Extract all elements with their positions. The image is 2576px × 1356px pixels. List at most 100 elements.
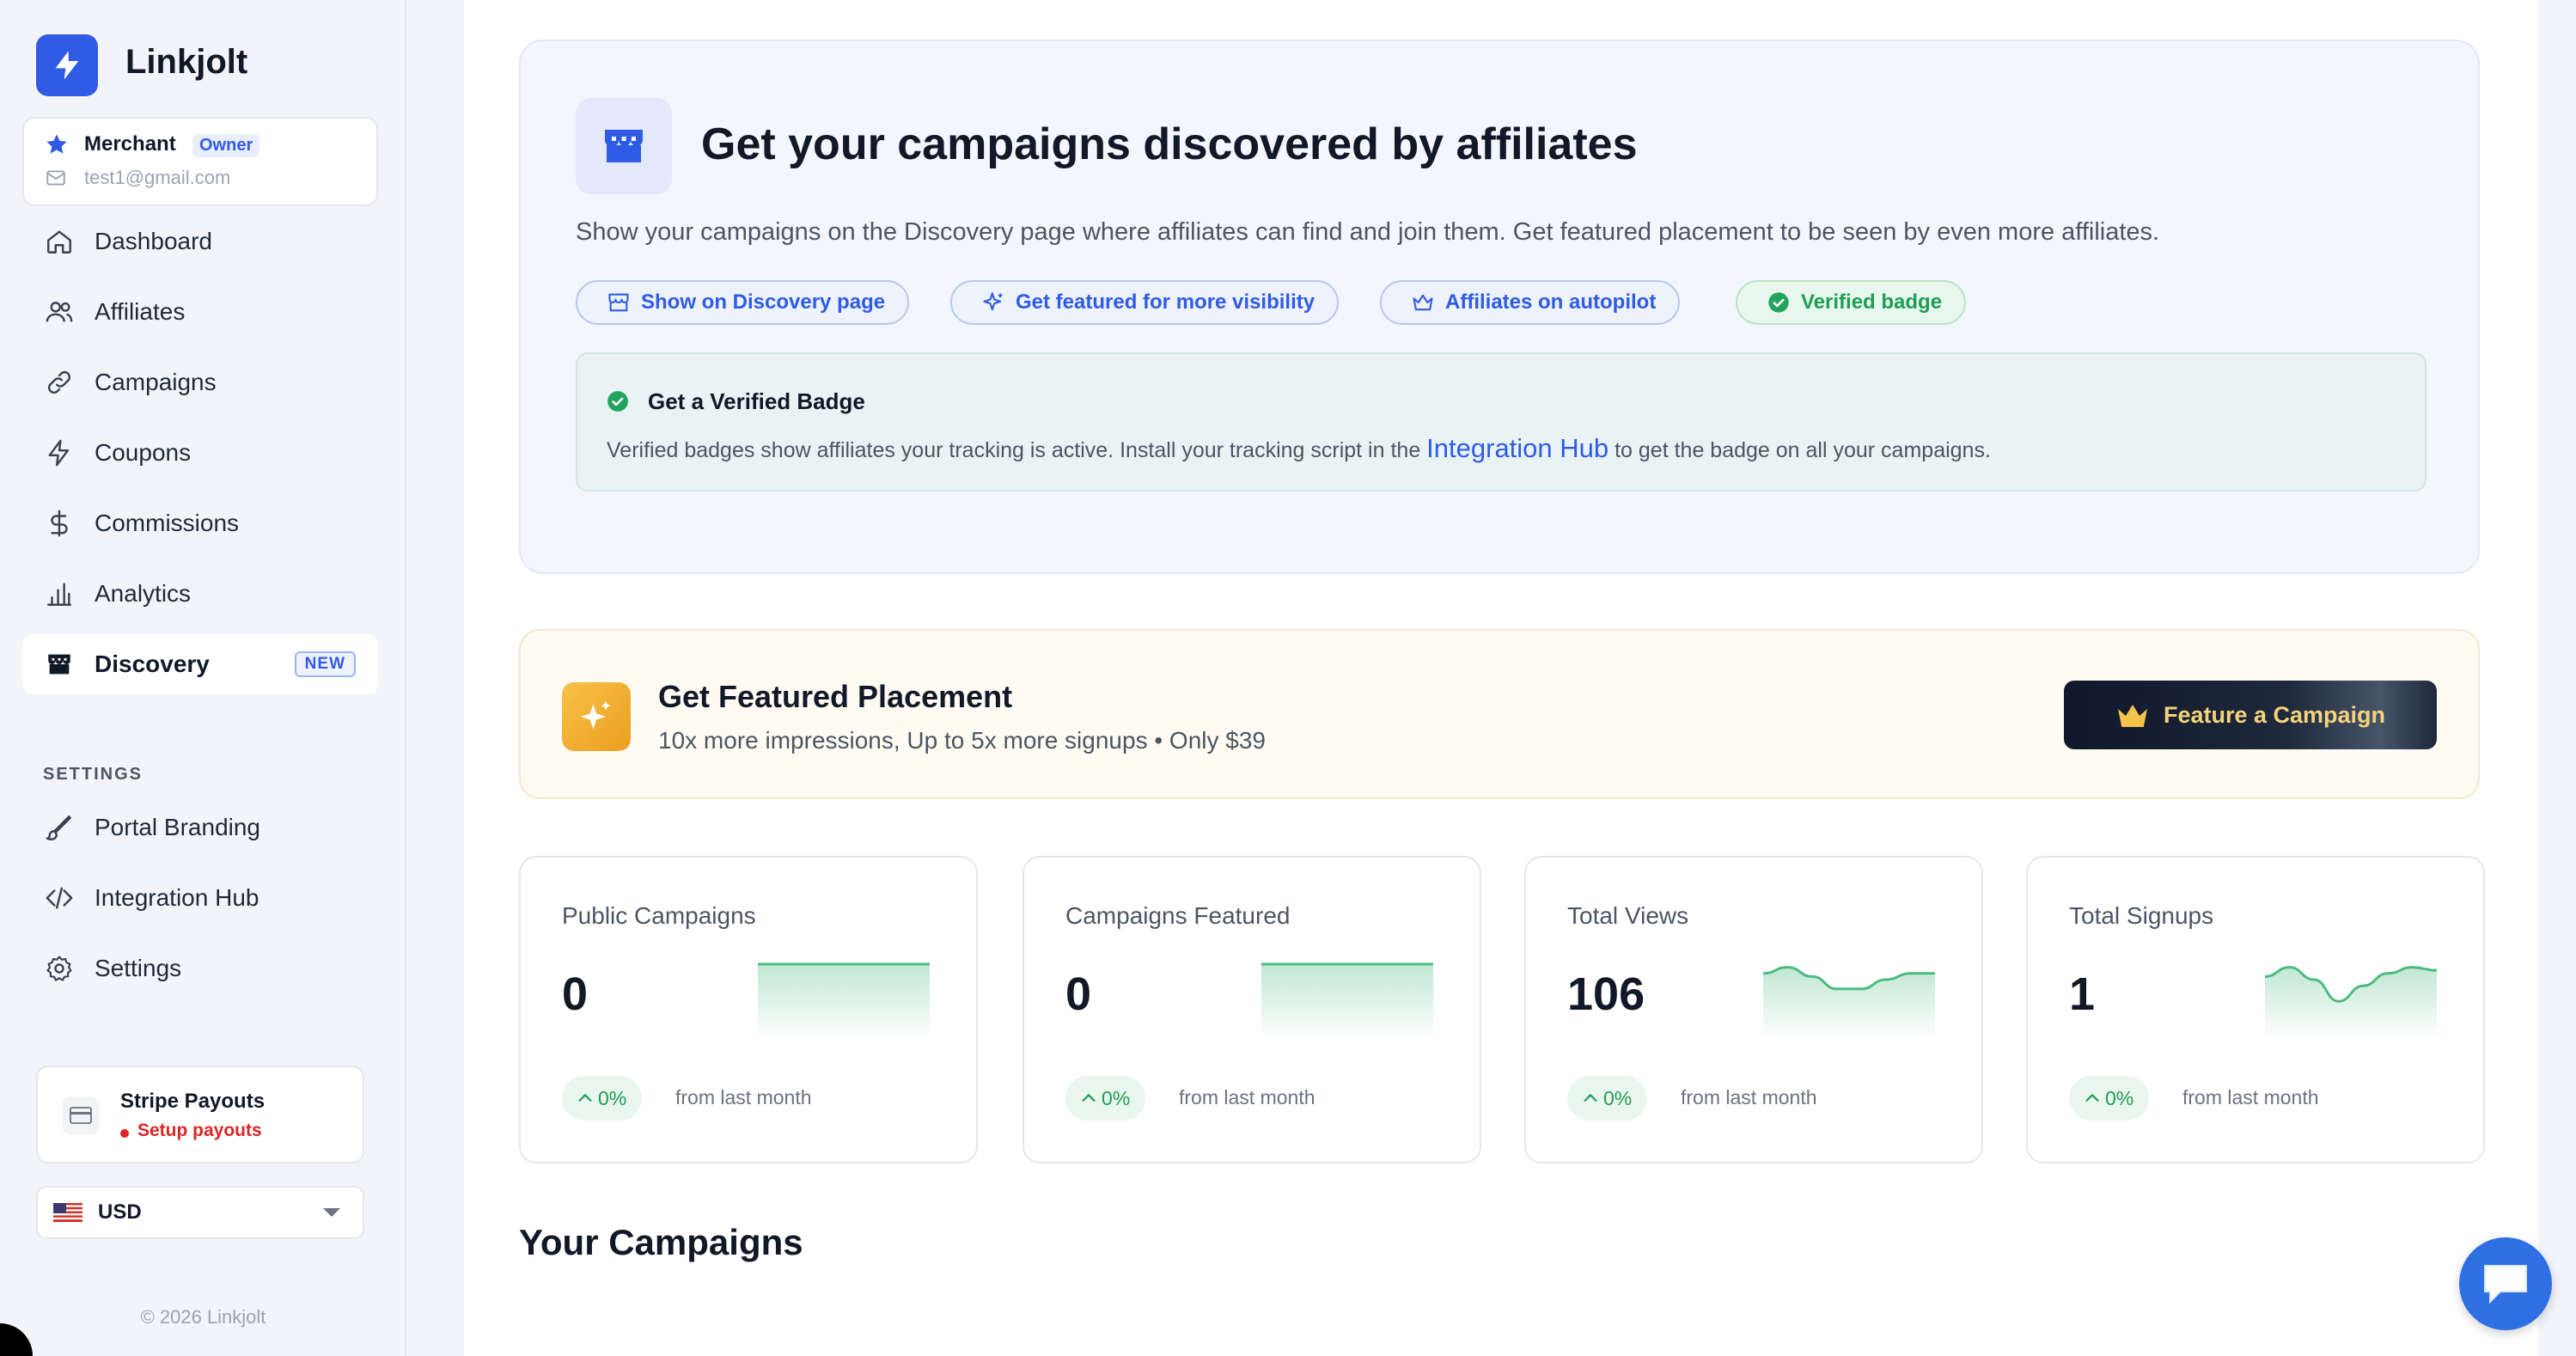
featured-title: Get Featured Placement [658,679,1013,714]
sidebar-item-discovery[interactable]: Discovery NEW [22,634,378,694]
stat-label: Campaigns Featured [1065,902,1291,929]
check-circle-icon [607,391,628,412]
pill-label: Affiliates on autopilot [1445,290,1657,314]
star-icon [46,134,67,154]
featured-placement-banner: Get Featured Placement 10x more impressi… [519,629,2480,799]
new-badge: NEW [294,651,356,677]
sparkline-area [1763,967,1935,1035]
brush-icon [46,815,71,840]
owner-badge: Owner [192,134,260,157]
verified-text-after: to get the badge on all your campaigns. [1615,438,1991,462]
check-circle-icon [1768,292,1789,313]
brand-name[interactable]: Linkjolt [125,43,247,82]
store-icon [576,98,672,194]
chevron-down-icon [323,1208,340,1217]
account-email: test1@gmail.com [84,167,231,188]
change-caption: from last month [1681,1086,1817,1109]
sidebar: Linkjolt Merchant Owner test1@gmail.com … [0,0,406,1356]
users-icon [46,302,73,322]
arrow-up-icon [1584,1094,1597,1102]
currency-select[interactable]: USD [36,1186,364,1239]
sidebar-item-dashboard[interactable]: Dashboard [22,211,378,272]
sparkline-chart [758,962,930,1035]
sparkle-icon [562,682,631,751]
stripe-title: Stripe Payouts [120,1090,266,1113]
stripe-payouts-card[interactable]: Stripe Payouts Setup payouts [36,1066,364,1164]
sparkline-area [1261,964,1433,1035]
pill-verified-badge[interactable]: Verified badge [1736,280,1967,325]
stat-value: 1 [2069,968,2096,1020]
status-dot [120,1129,129,1138]
logo-icon[interactable] [36,34,98,96]
sparkline-chart [1763,966,1935,1035]
feature-campaign-button[interactable]: Feature a Campaign [2064,681,2437,749]
sparkle-icon [983,292,1003,311]
pill-autopilot[interactable]: Affiliates on autopilot [1380,280,1681,325]
change-caption: from last month [1179,1086,1315,1109]
change-badge: 0% [1567,1076,1648,1121]
crown-icon [2117,705,2147,727]
sidebar-item-label: Coupons [95,439,192,466]
sidebar-item-label: Settings [95,955,182,981]
sidebar-item-integration-hub[interactable]: Integration Hub [22,868,378,928]
hero-title: Get your campaigns discovered by affilia… [701,119,1638,169]
sparkline-area [2265,967,2437,1035]
sidebar-item-campaigns[interactable]: Campaigns [22,352,378,412]
pill-show-on-discovery[interactable]: Show on Discovery page [576,280,910,325]
change-value: 0% [598,1086,627,1109]
account-card[interactable]: Merchant Owner test1@gmail.com [22,117,378,206]
copyright: © 2026 Linkjolt [140,1306,266,1328]
sidebar-item-portal-branding[interactable]: Portal Branding [22,797,378,858]
stat-label: Total Signups [2069,902,2214,929]
sidebar-item-label: Affiliates [95,298,186,325]
currency-value: USD [98,1200,142,1224]
home-icon [47,230,71,253]
mail-icon [46,170,65,186]
change-caption: from last month [675,1086,812,1109]
change-badge: 0% [2069,1076,2150,1121]
stripe-status[interactable]: Setup payouts [137,1121,262,1141]
sidebar-item-label: Dashboard [95,228,212,254]
sparkline-chart [1261,962,1433,1035]
verified-badge-info: Get a Verified Badge Verified badges sho… [576,352,2426,492]
bar-chart-icon [47,583,71,606]
store-icon [48,654,70,675]
sidebar-item-analytics[interactable]: Analytics [22,564,378,624]
arrow-up-icon [578,1094,592,1102]
stat-label: Total Views [1567,902,1689,929]
stat-card-public-campaigns: Public Campaigns 0 0% from last month [519,856,978,1164]
account-role: Merchant [84,132,176,156]
stat-value: 0 [562,968,589,1020]
sidebar-item-affiliates[interactable]: Affiliates [22,282,378,342]
change-value: 0% [2105,1086,2134,1109]
sidebar-item-settings[interactable]: Settings [22,938,378,999]
feature-button-label: Feature a Campaign [2163,701,2386,728]
sidebar-item-commissions[interactable]: Commissions [22,493,378,553]
hero-subtitle: Show your campaigns on the Discovery pag… [576,218,2160,246]
pill-label: Show on Discovery page [641,290,886,314]
stat-value: 0 [1065,968,1092,1020]
verified-title: Get a Verified Badge [648,388,865,414]
change-badge: 0% [562,1076,643,1121]
dollar-icon [51,510,68,537]
link-icon [47,370,71,394]
chat-button[interactable] [2459,1237,2552,1330]
change-value: 0% [1102,1086,1131,1109]
arrow-up-icon [2085,1094,2099,1102]
integration-hub-link[interactable]: Integration Hub [1426,433,1608,463]
sidebar-item-coupons[interactable]: Coupons [22,423,378,483]
verified-text-before: Verified badges show affiliates your tra… [607,438,1421,462]
stat-card-total-signups: Total Signups 1 0% from last month [2026,856,2485,1164]
pill-label: Get featured for more visibility [1016,290,1315,314]
pill-get-featured[interactable]: Get featured for more visibility [950,280,1340,325]
stat-card-campaigns-featured: Campaigns Featured 0 0% from last month [1022,856,1481,1164]
sidebar-item-label: Commissions [95,510,240,536]
code-icon [46,887,73,909]
change-caption: from last month [2182,1086,2319,1109]
sidebar-item-label: Analytics [95,580,192,607]
chat-icon [2484,1265,2527,1304]
sidebar-item-label: Integration Hub [95,884,259,911]
main-content: Get your campaigns discovered by affilia… [464,0,2538,1356]
featured-subtitle: 10x more impressions, Up to 5x more sign… [658,727,1266,754]
pill-label: Verified badge [1801,290,1943,314]
